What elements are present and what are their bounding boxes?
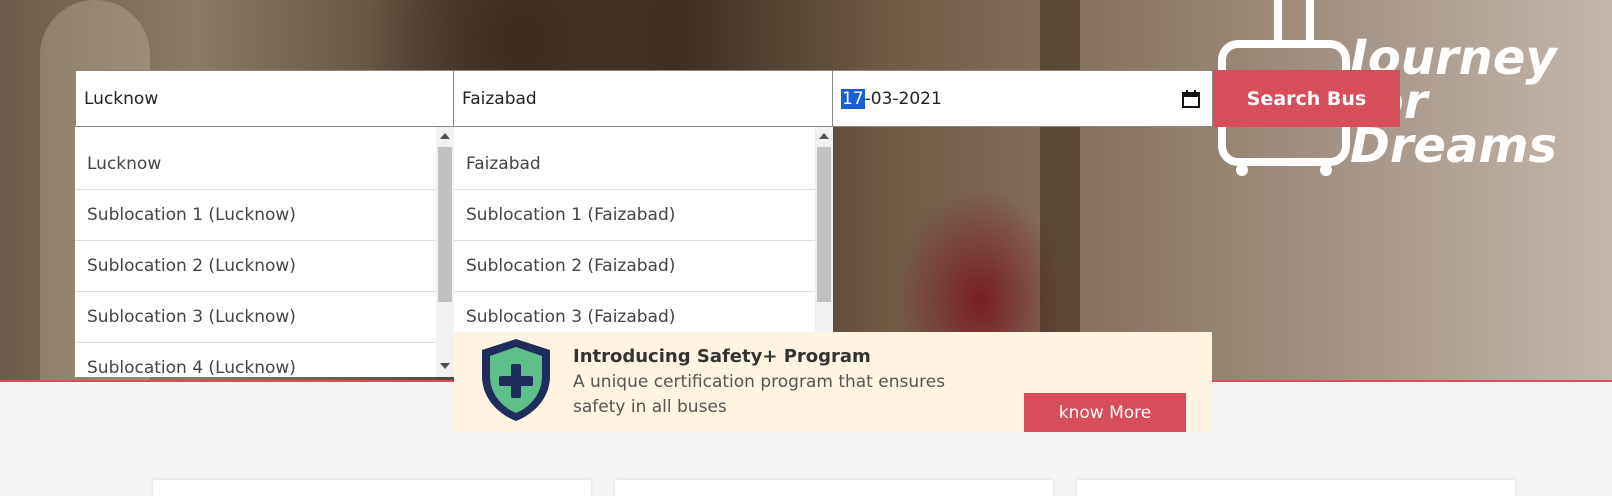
from-option[interactable]: Sublocation 4 (Lucknow) [75, 343, 436, 377]
date-input[interactable]: 17-03-2021 [833, 70, 1213, 127]
from-option[interactable]: Sublocation 3 (Lucknow) [75, 292, 436, 343]
to-input[interactable]: Faizabad [454, 70, 833, 127]
scroll-up-arrow-icon[interactable] [440, 133, 450, 139]
to-option[interactable]: Sublocation 2 (Faizabad) [454, 241, 815, 292]
shield-plus-icon [482, 339, 550, 421]
search-bus-button[interactable]: Search Bus [1213, 70, 1400, 127]
from-dropdown: Lucknow Sublocation 1 (Lucknow) Sublocat… [75, 127, 454, 377]
date-day-selected: 17 [841, 88, 865, 109]
from-option[interactable]: Sublocation 2 (Lucknow) [75, 241, 436, 292]
scroll-up-arrow-icon[interactable] [819, 133, 829, 139]
safety-title: Introducing Safety+ Program [573, 346, 871, 367]
scroll-down-arrow-icon[interactable] [440, 363, 450, 369]
calendar-icon[interactable] [1182, 89, 1200, 108]
to-option[interactable]: Sublocation 1 (Faizabad) [454, 190, 815, 241]
know-more-button[interactable]: know More [1024, 393, 1186, 432]
from-option[interactable]: Lucknow [75, 139, 436, 190]
from-dropdown-scrollbar[interactable] [436, 127, 454, 377]
search-bar: Lucknow Faizabad 17-03-2021 Search Bus [75, 70, 1400, 127]
logo-line-3: Dreams [1350, 118, 1558, 174]
to-option[interactable]: Sublocation 3 (Faizabad) [454, 292, 815, 333]
to-dropdown: Faizabad Sublocation 1 (Faizabad) Subloc… [454, 127, 833, 333]
scrollbar-thumb[interactable] [438, 147, 452, 302]
to-option[interactable]: Faizabad [454, 139, 815, 190]
from-input-value: Lucknow [84, 88, 159, 109]
from-input[interactable]: Lucknow [75, 70, 454, 127]
date-rest: -03-2021 [864, 88, 942, 109]
hero-photo-door [1040, 0, 1080, 380]
to-input-value: Faizabad [462, 88, 537, 109]
info-card [1077, 480, 1515, 496]
info-card [615, 480, 1053, 496]
from-options-list: Lucknow Sublocation 1 (Lucknow) Sublocat… [75, 139, 436, 377]
to-options-list: Faizabad Sublocation 1 (Faizabad) Subloc… [454, 139, 815, 333]
from-option[interactable]: Sublocation 1 (Lucknow) [75, 190, 436, 241]
safety-program-banner: Introducing Safety+ Program A unique cer… [454, 332, 1212, 432]
scrollbar-thumb[interactable] [817, 147, 831, 302]
info-card [153, 480, 591, 496]
safety-description: A unique certification program that ensu… [573, 372, 946, 417]
date-input-value: 17-03-2021 [841, 88, 942, 109]
to-dropdown-scrollbar[interactable] [815, 127, 833, 333]
